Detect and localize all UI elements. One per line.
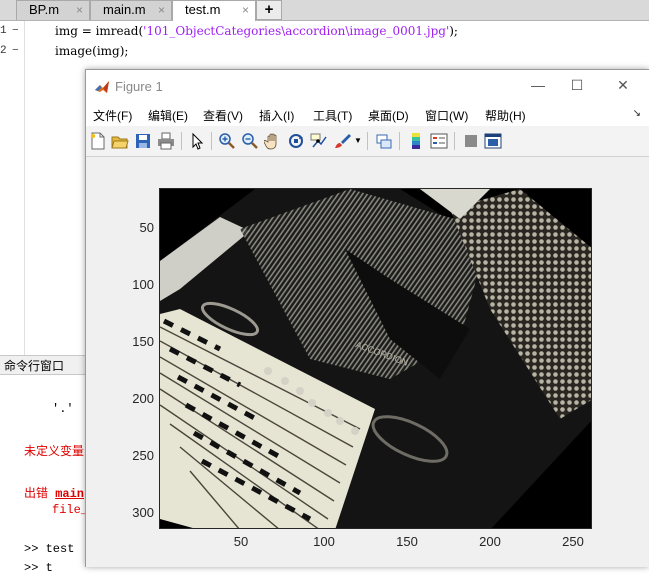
maximize-button[interactable]: ☐	[562, 74, 592, 96]
x-tick-label: 50	[233, 534, 249, 549]
tab-test-m[interactable]: test.m ×	[172, 0, 256, 21]
error-prefix: 出错	[24, 487, 56, 501]
colorbar-icon[interactable]	[407, 132, 425, 150]
y-tick-label: 150	[132, 334, 154, 349]
figure-window[interactable]: Figure 1 — ☐ ✕ 文件(F) 编辑(E) 查看(V) 插入(I) 工…	[85, 69, 649, 567]
toolbar-separator	[399, 132, 400, 150]
line-number-text: 1	[0, 25, 7, 37]
chevron-down-icon[interactable]: ▼	[354, 136, 362, 145]
line-number-text: 2	[0, 45, 7, 57]
y-tick-label: 200	[132, 391, 154, 406]
menu-tools[interactable]: 工具(T)	[313, 107, 352, 124]
error-location-line: 出错 main	[24, 484, 84, 501]
figure-title-bar[interactable]: Figure 1 — ☐ ✕	[86, 70, 649, 102]
code-line[interactable]: image(img);	[55, 44, 128, 58]
close-icon[interactable]: ×	[76, 1, 83, 19]
edit-plot-arrow-icon[interactable]	[188, 132, 206, 150]
output-line: '.'	[52, 402, 74, 416]
data-cursor-icon[interactable]	[310, 132, 328, 150]
figure-canvas[interactable]: ACCORDION 50 100 150 200 250 300 50 100 …	[86, 157, 649, 567]
command-prompt: >> test	[24, 542, 75, 556]
toolbar-separator	[181, 132, 182, 150]
zoom-in-icon[interactable]	[218, 132, 236, 150]
add-tab-button[interactable]: +	[256, 0, 282, 20]
tab-label: main.m	[103, 2, 146, 17]
breakpoint-dash[interactable]: −	[12, 25, 19, 37]
matlab-logo-icon	[95, 81, 109, 93]
close-icon[interactable]: ×	[158, 1, 165, 19]
rotate-3d-icon[interactable]	[287, 132, 305, 150]
line-number-gutter	[0, 21, 25, 361]
toolbar-separator	[367, 132, 368, 150]
menu-file[interactable]: 文件(F)	[93, 107, 132, 124]
open-file-icon[interactable]	[111, 132, 129, 150]
save-icon[interactable]	[134, 132, 152, 150]
tab-main-m[interactable]: main.m ×	[90, 0, 172, 20]
breakpoint-dash[interactable]: −	[12, 45, 19, 57]
x-tick-label: 200	[479, 534, 501, 549]
x-tick-label: 150	[396, 534, 418, 549]
menu-edit[interactable]: 编辑(E)	[148, 107, 188, 124]
command-prompt: >> t	[24, 561, 53, 575]
code-string: '101_ObjectCategories\accordion\image_00…	[143, 24, 450, 38]
y-tick-label: 100	[132, 277, 154, 292]
editor-tab-bar: BP.m × main.m × test.m × +	[0, 0, 649, 21]
hide-plot-tools-icon[interactable]	[462, 132, 480, 150]
code-text: img = imread(	[55, 24, 144, 38]
toolbar-separator	[454, 132, 455, 150]
link-plot-icon[interactable]	[375, 132, 393, 150]
tab-bp-m[interactable]: BP.m ×	[16, 0, 90, 20]
menu-overflow-icon[interactable]: ↘	[633, 108, 641, 119]
tab-label: test.m	[185, 2, 221, 17]
y-tick-label: 50	[139, 220, 154, 235]
figure-toolbar: ▼	[86, 126, 649, 157]
error-link[interactable]: main	[55, 487, 84, 501]
pan-hand-icon[interactable]	[264, 132, 282, 150]
image-axes[interactable]: ACCORDION	[159, 188, 592, 529]
error-file-line: file_	[52, 503, 89, 517]
menu-view[interactable]: 查看(V)	[203, 107, 243, 124]
close-icon[interactable]: ×	[242, 1, 249, 19]
legend-icon[interactable]	[430, 132, 448, 150]
show-plot-tools-icon[interactable]	[484, 132, 502, 150]
figure-title: Figure 1	[115, 79, 163, 94]
code-line[interactable]: img = imread('101_ObjectCategories\accor…	[55, 24, 458, 38]
code-text: );	[449, 24, 458, 38]
menu-desktop[interactable]: 桌面(D)	[368, 107, 409, 124]
x-tick-label: 100	[313, 534, 335, 549]
y-tick-label: 250	[132, 448, 154, 463]
line-number: 2 −	[0, 45, 24, 57]
tab-label: BP.m	[29, 2, 60, 17]
menu-help[interactable]: 帮助(H)	[485, 107, 526, 124]
x-tick-label: 250	[562, 534, 584, 549]
figure-menu-bar: 文件(F) 编辑(E) 查看(V) 插入(I) 工具(T) 桌面(D) 窗口(W…	[86, 102, 649, 126]
line-number: 1 −	[0, 25, 24, 37]
toolbar-separator	[211, 132, 212, 150]
zoom-out-icon[interactable]	[241, 132, 259, 150]
menu-insert[interactable]: 插入(I)	[259, 107, 294, 124]
code-text: image(img);	[55, 44, 129, 58]
accordion-image: ACCORDION	[160, 189, 591, 528]
new-figure-icon[interactable]	[89, 132, 107, 150]
error-line: 未定义变量	[24, 445, 85, 459]
brush-icon[interactable]	[334, 132, 352, 150]
menu-window[interactable]: 窗口(W)	[425, 107, 468, 124]
y-tick-label: 300	[132, 505, 154, 520]
close-button[interactable]: ✕	[608, 74, 638, 96]
minimize-button[interactable]: —	[523, 74, 553, 96]
print-icon[interactable]	[157, 132, 175, 150]
